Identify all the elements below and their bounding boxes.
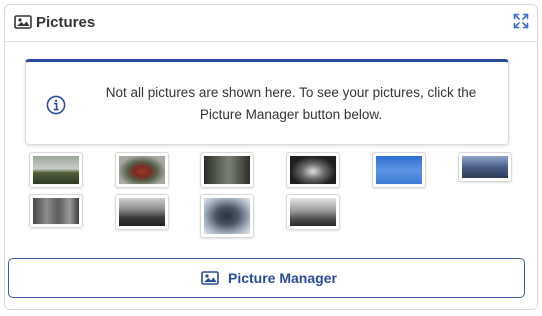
notice-text: Not all pictures are shown here. To see … (105, 85, 477, 122)
thumbnail-building-bw[interactable] (286, 194, 340, 230)
thumbnail-coca-cola-sign[interactable] (286, 152, 340, 188)
thumbnail-red-barn[interactable] (115, 152, 169, 188)
thumbnail-monument[interactable] (29, 194, 83, 228)
thumbnail-image (290, 156, 336, 184)
image-icon (14, 15, 32, 29)
thumbnail-street-lamps[interactable] (458, 152, 512, 182)
thumbnail-image (119, 156, 165, 184)
thumbnail-image (376, 156, 422, 184)
panel-header: Pictures (5, 5, 537, 42)
thumbnail-image (204, 156, 250, 184)
thumbnail-road-trees[interactable] (29, 152, 83, 188)
info-icon (46, 95, 66, 115)
thumbnail-image (33, 198, 79, 224)
thumbnail-landscape-bw[interactable] (115, 194, 169, 230)
thumbnail-image (119, 198, 165, 226)
picture-manager-button[interactable]: Picture Manager (8, 258, 525, 298)
thumbnail-flag[interactable] (372, 152, 426, 188)
thumbnail-image (33, 156, 79, 184)
expand-icon[interactable] (513, 13, 529, 29)
image-icon (201, 271, 219, 285)
info-notice: Not all pictures are shown here. To see … (25, 59, 509, 145)
picture-manager-label: Picture Manager (228, 270, 337, 286)
thumbnail-image (204, 198, 250, 234)
thumbnail-image (290, 198, 336, 226)
thumbnail-forest-road[interactable] (200, 152, 254, 188)
thumbnail-person[interactable] (200, 194, 254, 238)
panel-title: Pictures (36, 14, 96, 31)
thumbnail-image (462, 156, 508, 178)
